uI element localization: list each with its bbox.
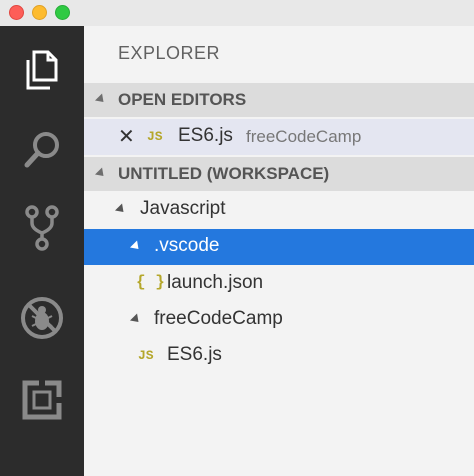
- open-editor-item[interactable]: ✕ JS ES6.js freeCodeCamp: [84, 119, 474, 155]
- tree-item-javascript[interactable]: Javascript: [84, 192, 474, 228]
- debug-activity-button[interactable]: [0, 288, 84, 348]
- chevron-down-icon: [114, 203, 128, 216]
- activity-bar: [0, 26, 84, 476]
- file-name: launch.json: [167, 272, 264, 293]
- tree-item-launch-json[interactable]: { } launch.json: [84, 266, 474, 302]
- tree-item-vscode[interactable]: .vscode: [84, 229, 474, 265]
- explorer-activity-button[interactable]: [0, 40, 84, 100]
- extensions-activity-button[interactable]: [0, 370, 84, 430]
- source-control-activity-button[interactable]: [0, 198, 84, 258]
- file-name: ES6.js: [178, 125, 233, 146]
- workspace-header[interactable]: UNTITLED (WORKSPACE): [84, 157, 474, 191]
- section-label: UNTITLED (WORKSPACE): [118, 164, 330, 183]
- javascript-file-icon: JS: [147, 129, 163, 144]
- tree-item-es6-js[interactable]: JS ES6.js: [84, 338, 474, 374]
- window-maximize-button[interactable]: [55, 5, 70, 20]
- sidebar-title: EXPLORER: [118, 43, 221, 63]
- tree-item-freecodecamp[interactable]: freeCodeCamp: [84, 302, 474, 338]
- chevron-down-icon: [129, 240, 143, 253]
- folder-name: Javascript: [140, 198, 226, 219]
- open-editors-header[interactable]: OPEN EDITORS: [84, 83, 474, 117]
- folder-name: .vscode: [154, 235, 220, 256]
- file-name: ES6.js: [167, 344, 222, 365]
- window-minimize-button[interactable]: [32, 5, 47, 20]
- extensions-icon: [20, 378, 64, 422]
- title-bar: [0, 0, 474, 26]
- folder-name: freeCodeCamp: [154, 308, 283, 329]
- chevron-down-icon: [94, 93, 108, 106]
- source-control-icon: [20, 204, 64, 252]
- section-label: OPEN EDITORS: [118, 90, 247, 109]
- file-folder-description: freeCodeCamp: [246, 127, 362, 146]
- chevron-down-icon: [129, 313, 143, 326]
- javascript-file-icon: JS: [138, 348, 154, 363]
- json-file-icon: { }: [136, 273, 165, 291]
- search-activity-button[interactable]: [0, 120, 84, 180]
- chevron-down-icon: [94, 167, 108, 180]
- explorer-sidebar: EXPLORER OPEN EDITORS ✕ JS ES6.js freeCo…: [84, 26, 474, 476]
- debug-icon: [18, 294, 66, 342]
- window-close-button[interactable]: [9, 5, 24, 20]
- search-icon: [20, 128, 64, 172]
- files-icon: [20, 48, 64, 92]
- close-icon[interactable]: ✕: [118, 124, 135, 149]
